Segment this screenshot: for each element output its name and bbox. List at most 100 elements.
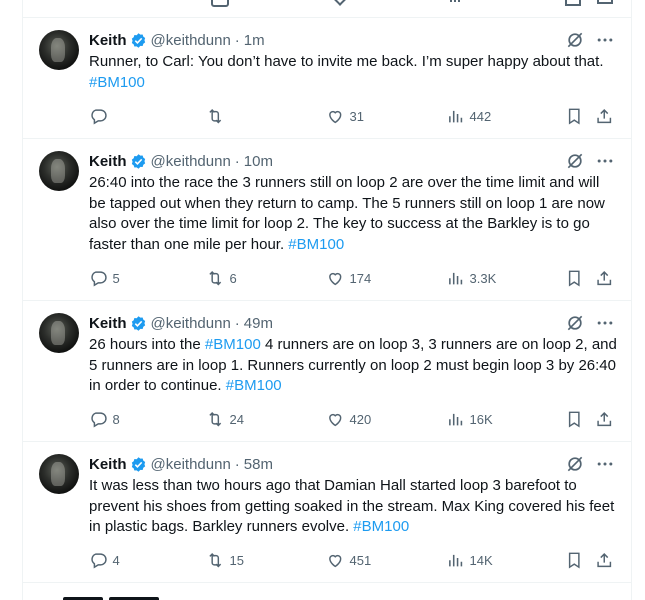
tweet-text: 26 hours into the #BM100 4 runners are o…: [89, 335, 617, 397]
share-icon: [597, 270, 612, 285]
bookmark-icon: [568, 552, 580, 569]
grok-icon[interactable]: [565, 151, 585, 171]
hashtag-link[interactable]: #BM100: [205, 336, 261, 353]
retweet-count: 6: [229, 270, 237, 286]
more-options-icon[interactable]: [595, 151, 615, 171]
share-button[interactable]: [595, 106, 619, 126]
tweet[interactable]: Keith @keithdunn · 10m 26:40 into the ra…: [23, 139, 631, 301]
grok-icon[interactable]: [565, 454, 585, 474]
views-button[interactable]: 16K: [446, 409, 493, 429]
retweet-button[interactable]: [206, 106, 230, 126]
author-name[interactable]: Keith: [89, 315, 127, 332]
bookmark-icon[interactable]: [565, 0, 581, 6]
author-handle[interactable]: @keithdunn: [151, 153, 231, 170]
like-button[interactable]: 174: [326, 268, 371, 288]
analytics-icon: [449, 413, 463, 426]
like-button[interactable]: 31: [326, 106, 364, 126]
grok-icon[interactable]: [565, 30, 585, 50]
next-section-heading-peek: [63, 594, 183, 600]
bookmark-icon: [568, 270, 580, 287]
tweet-text: Runner, to Carl: You don’t have to invit…: [89, 52, 617, 93]
more-options-icon[interactable]: [595, 313, 615, 333]
views-button[interactable]: 442: [446, 106, 491, 126]
share-button[interactable]: [595, 268, 619, 288]
hashtag-link[interactable]: #BM100: [288, 236, 344, 253]
retweet-button[interactable]: 6: [206, 268, 237, 288]
avatar[interactable]: [39, 151, 79, 191]
tweet[interactable]: Keith @keithdunn · 58m It was less than …: [23, 442, 631, 583]
bookmark-button[interactable]: [565, 550, 589, 570]
hashtag-link[interactable]: #BM100: [226, 377, 282, 394]
hashtag-link[interactable]: #BM100: [353, 518, 409, 535]
like-icon[interactable]: [330, 0, 350, 6]
verified-badge-icon: [131, 32, 145, 48]
share-icon: [597, 411, 612, 426]
avatar[interactable]: [39, 30, 79, 70]
tweet-text-part: 26:40 into the race the 3 runners still …: [89, 174, 605, 253]
analytics-icon: [449, 110, 463, 123]
author-handle[interactable]: @keithdunn: [151, 32, 231, 49]
reply-button[interactable]: 8: [89, 409, 120, 429]
views-button[interactable]: 14K: [446, 550, 493, 570]
analytics-icon: [449, 272, 463, 285]
reply-button[interactable]: [89, 106, 113, 126]
retweet-icon: [209, 108, 222, 124]
tweet-text: It was less than two hours ago that Dami…: [89, 476, 617, 538]
retweet-icon: [209, 552, 222, 568]
timestamp[interactable]: 10m: [244, 153, 273, 170]
author-name[interactable]: Keith: [89, 153, 127, 170]
retweet-icon: [209, 270, 222, 286]
retweet-icon[interactable]: [211, 0, 229, 7]
tweet-actions: 8 24 420 16K: [89, 409, 617, 429]
share-icon[interactable]: [597, 0, 613, 4]
tweet-actions: 4 15 451 14K: [89, 550, 617, 570]
view-count: 3.3K: [469, 270, 497, 286]
tweet-text-part: It was less than two hours ago that Dami…: [89, 477, 615, 535]
timestamp[interactable]: 1m: [244, 32, 265, 49]
hashtag-link[interactable]: #BM100: [89, 74, 145, 91]
tweet-header: Keith @keithdunn · 10m: [89, 151, 273, 171]
reply-count: 5: [112, 270, 120, 286]
author-handle[interactable]: @keithdunn: [151, 315, 231, 332]
like-button[interactable]: 451: [326, 550, 371, 570]
more-options-icon[interactable]: [595, 454, 615, 474]
views-icon[interactable]: [450, 0, 452, 2]
grok-icon[interactable]: [565, 313, 585, 333]
tweet-actions: 31 442: [89, 106, 617, 126]
timestamp[interactable]: 58m: [244, 456, 273, 473]
retweet-button[interactable]: 15: [206, 550, 244, 570]
like-button[interactable]: 420: [326, 409, 371, 429]
reply-button[interactable]: 4: [89, 550, 120, 570]
reply-icon: [91, 109, 107, 125]
view-count: 16K: [469, 411, 493, 427]
avatar[interactable]: [39, 454, 79, 494]
author-name[interactable]: Keith: [89, 456, 127, 473]
share-button[interactable]: [595, 550, 619, 570]
more-options-icon[interactable]: [595, 30, 615, 50]
avatar[interactable]: [39, 313, 79, 353]
analytics-icon: [449, 554, 463, 567]
tweet-actions: 5 6 174 3.3K: [89, 268, 617, 288]
previous-tweet-bottom: [23, 0, 631, 18]
heart-icon: [329, 413, 342, 427]
retweet-button[interactable]: 24: [206, 409, 244, 429]
bookmark-button[interactable]: [565, 409, 589, 429]
retweet-count: 24: [229, 411, 244, 427]
author-name[interactable]: Keith: [89, 32, 127, 49]
verified-badge-icon: [131, 456, 145, 472]
views-button[interactable]: 3.3K: [446, 268, 496, 288]
timestamp[interactable]: 49m: [244, 315, 273, 332]
bookmark-button[interactable]: [565, 106, 589, 126]
retweet-icon: [209, 411, 222, 427]
like-count: 451: [349, 552, 372, 568]
tweet[interactable]: Keith @keithdunn · 1m Runner, to Carl: Y…: [23, 18, 631, 139]
share-button[interactable]: [595, 409, 619, 429]
author-handle[interactable]: @keithdunn: [151, 456, 231, 473]
share-icon: [597, 552, 612, 567]
like-count: 31: [349, 108, 364, 124]
reply-icon: [91, 271, 107, 287]
bookmark-button[interactable]: [565, 268, 589, 288]
heart-icon: [329, 110, 342, 124]
reply-button[interactable]: 5: [89, 268, 120, 288]
tweet[interactable]: Keith @keithdunn · 49m 26 hours into the…: [23, 301, 631, 442]
